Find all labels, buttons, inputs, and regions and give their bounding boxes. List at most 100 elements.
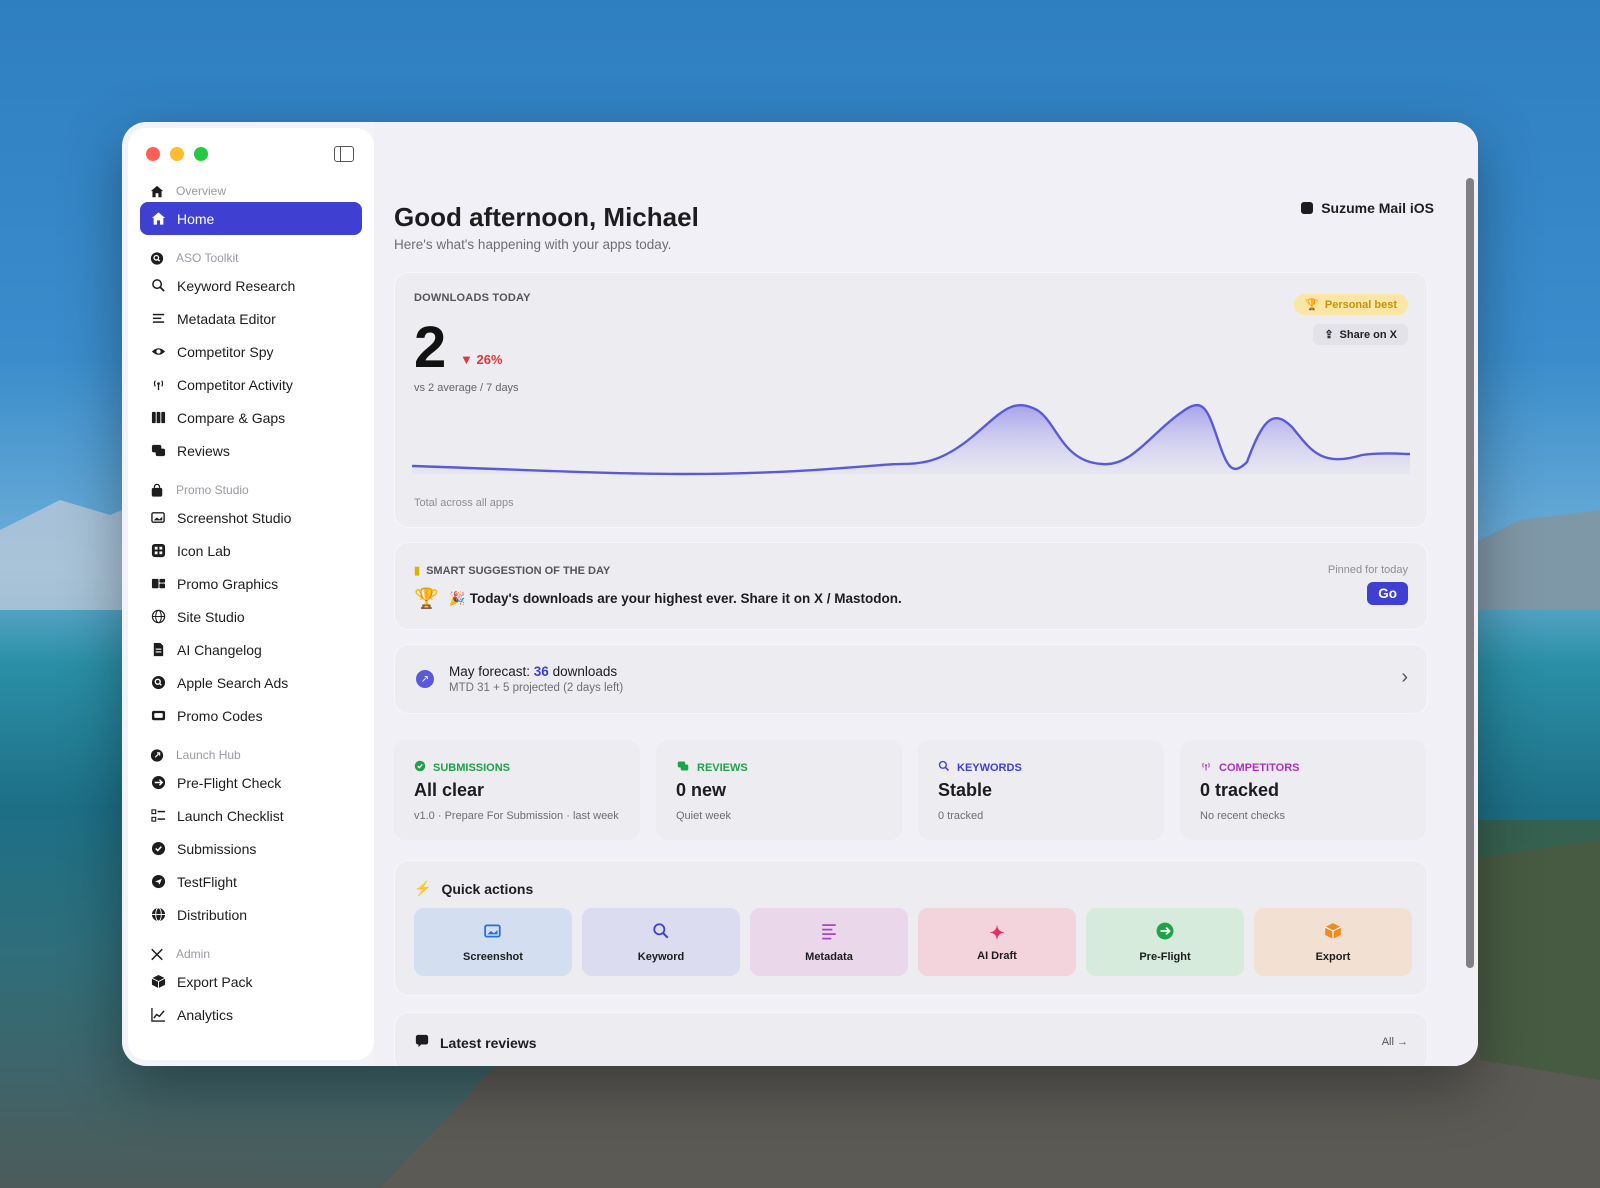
stat-caption: SUBMISSIONS <box>414 760 510 775</box>
quick-action-screenshot[interactable]: Screenshot <box>414 908 572 976</box>
paperplane-circle-icon <box>150 874 166 890</box>
lightbulb-icon: ▮ <box>414 565 421 577</box>
keywords-stat-card[interactable]: KEYWORDS Stable 0 tracked <box>918 740 1164 840</box>
sidebar-item-site-studio[interactable]: Site Studio <box>140 600 362 633</box>
sidebar-item-home[interactable]: Home <box>140 202 362 235</box>
downloads-caption: DOWNLOADS TODAY <box>414 292 531 304</box>
chat-bubbles-icon <box>676 760 690 775</box>
sidebar: Overview Home ASO Toolkit Keyword Resear… <box>128 128 374 1060</box>
stat-sub: v1.0 · Prepare For Submission · last wee… <box>414 810 619 822</box>
sidebar-toggle-icon[interactable] <box>334 146 354 162</box>
sidebar-item-promo-graphics[interactable]: Promo Graphics <box>140 567 362 600</box>
downloads-delta: ▼ 26% <box>460 352 503 367</box>
quick-actions-title: Quick actions <box>441 880 534 897</box>
app-icon <box>1301 202 1314 214</box>
all-reviews-link[interactable]: All → <box>1382 1036 1408 1048</box>
checkmark-seal-icon <box>150 841 166 857</box>
sidebar-item-submissions[interactable]: Submissions <box>140 832 362 865</box>
sidebar-item-label: Export Pack <box>177 973 253 990</box>
sidebar-item-reviews[interactable]: Reviews <box>140 434 362 467</box>
box-icon <box>150 974 166 990</box>
quick-action-keyword[interactable]: Keyword <box>582 908 740 976</box>
downloads-value: 2 <box>414 315 447 380</box>
sidebar-item-pre-flight-check[interactable]: Pre-Flight Check <box>140 766 362 799</box>
section-launch-hub: Launch Hub <box>140 744 362 766</box>
reviews-stat-card[interactable]: REVIEWS 0 new Quiet week <box>656 740 902 840</box>
badge-label: Personal best <box>1324 298 1397 311</box>
suggestion-caption: ▮ SMART SUGGESTION OF THE DAY <box>414 564 610 578</box>
section-label: Admin <box>176 947 211 961</box>
chevron-right-icon[interactable]: › <box>1401 666 1408 689</box>
share-on-x-button[interactable]: ⇪ Share on X <box>1313 324 1408 345</box>
main-content: Good afternoon, Michael Here's what's ha… <box>374 122 1478 1066</box>
section-label: Promo Studio <box>176 483 249 497</box>
sidebar-item-label: Screenshot Studio <box>177 509 292 526</box>
app-selector[interactable]: Suzume Mail iOS <box>1301 200 1434 216</box>
submissions-stat-card[interactable]: SUBMISSIONS All clear v1.0 · Prepare For… <box>394 740 640 840</box>
forecast-chart-icon: ↗ <box>416 670 434 688</box>
section-label: Overview <box>176 184 227 198</box>
latest-reviews-card: Latest reviews All → <box>394 1012 1428 1066</box>
share-icon: ⇪ <box>1324 329 1334 341</box>
sidebar-item-compare-gaps[interactable]: Compare & Gaps <box>140 401 362 434</box>
sidebar-item-promo-codes[interactable]: Promo Codes <box>140 699 362 732</box>
downloads-card: DOWNLOADS TODAY 2 ▼ 26% vs 2 average / 7… <box>394 272 1428 528</box>
sidebar-item-export-pack[interactable]: Export Pack <box>140 965 362 998</box>
page-subtitle: Here's what's happening with your apps t… <box>394 237 672 252</box>
quick-action-pre-flight[interactable]: Pre-Flight <box>1086 908 1244 976</box>
sidebar-item-analytics[interactable]: Analytics <box>140 998 362 1031</box>
rocket-icon <box>150 748 164 762</box>
forecast-detail: MTD 31 + 5 projected (2 days left) <box>449 682 624 694</box>
sidebar-item-screenshot-studio[interactable]: Screenshot Studio <box>140 501 362 534</box>
latest-reviews-title: Latest reviews <box>440 1034 537 1051</box>
close-window-button[interactable] <box>146 147 160 161</box>
competitors-stat-card[interactable]: COMPETITORS 0 tracked No recent checks <box>1180 740 1426 840</box>
quick-action-label: Export <box>1315 950 1351 963</box>
sidebar-item-competitor-spy[interactable]: Competitor Spy <box>140 335 362 368</box>
quick-action-metadata[interactable]: Metadata <box>750 908 908 976</box>
sidebar-item-label: Pre-Flight Check <box>177 774 282 791</box>
sidebar-item-label: Promo Codes <box>177 707 263 724</box>
quick-actions-card: ⚡ Quick actions Screenshot Keyword Metad… <box>394 860 1428 996</box>
share-label: Share on X <box>1339 328 1397 341</box>
forecast-value: 36 <box>533 664 549 679</box>
downloads-footer: Total across all apps <box>414 497 514 509</box>
globe-icon <box>150 609 166 625</box>
quick-action-export[interactable]: Export <box>1254 908 1412 976</box>
text-lines-icon <box>150 311 166 327</box>
sidebar-item-label: TestFlight <box>177 873 237 890</box>
quick-action-ai-draft[interactable]: ✦ AI Draft <box>918 908 1076 976</box>
wrench-icon <box>150 947 164 961</box>
sidebar-item-label: Apple Search Ads <box>177 674 289 691</box>
sidebar-item-label: Icon Lab <box>177 542 231 559</box>
sidebar-item-keyword-research[interactable]: Keyword Research <box>140 269 362 302</box>
sidebar-item-icon-lab[interactable]: Icon Lab <box>140 534 362 567</box>
speech-bubble-icon <box>414 1034 430 1051</box>
sidebar-item-ai-changelog[interactable]: AI Changelog <box>140 633 362 666</box>
blocks-icon <box>150 576 166 592</box>
sidebar-item-label: Launch Checklist <box>177 807 284 824</box>
minimize-window-button[interactable] <box>170 147 184 161</box>
search-circle-icon <box>150 675 166 691</box>
stat-caption: KEYWORDS <box>938 760 1022 775</box>
sidebar-item-label: AI Changelog <box>177 641 262 658</box>
go-button[interactable]: Go <box>1367 582 1408 605</box>
sidebar-item-apple-search-ads[interactable]: Apple Search Ads <box>140 666 362 699</box>
window-controls <box>146 147 208 161</box>
sidebar-item-launch-checklist[interactable]: Launch Checklist <box>140 799 362 832</box>
section-overview: Overview <box>140 180 362 202</box>
scrollbar[interactable] <box>1466 178 1474 968</box>
stat-value: Stable <box>938 780 993 800</box>
forecast-card[interactable]: ↗ May forecast: 36 downloads MTD 31 + 5 … <box>394 644 1428 714</box>
sidebar-item-distribution[interactable]: Distribution <box>140 898 362 931</box>
sidebar-item-testflight[interactable]: TestFlight <box>140 865 362 898</box>
zoom-window-button[interactable] <box>194 147 208 161</box>
latest-reviews-header: Latest reviews <box>414 1034 537 1051</box>
magnifier-icon <box>150 278 166 294</box>
sidebar-item-metadata-editor[interactable]: Metadata Editor <box>140 302 362 335</box>
sidebar-item-competitor-activity[interactable]: Competitor Activity <box>140 368 362 401</box>
sidebar-item-label: Metadata Editor <box>177 310 276 327</box>
photo-stack-icon <box>483 922 503 945</box>
document-icon <box>150 642 166 658</box>
airplane-circle-icon <box>150 775 166 791</box>
